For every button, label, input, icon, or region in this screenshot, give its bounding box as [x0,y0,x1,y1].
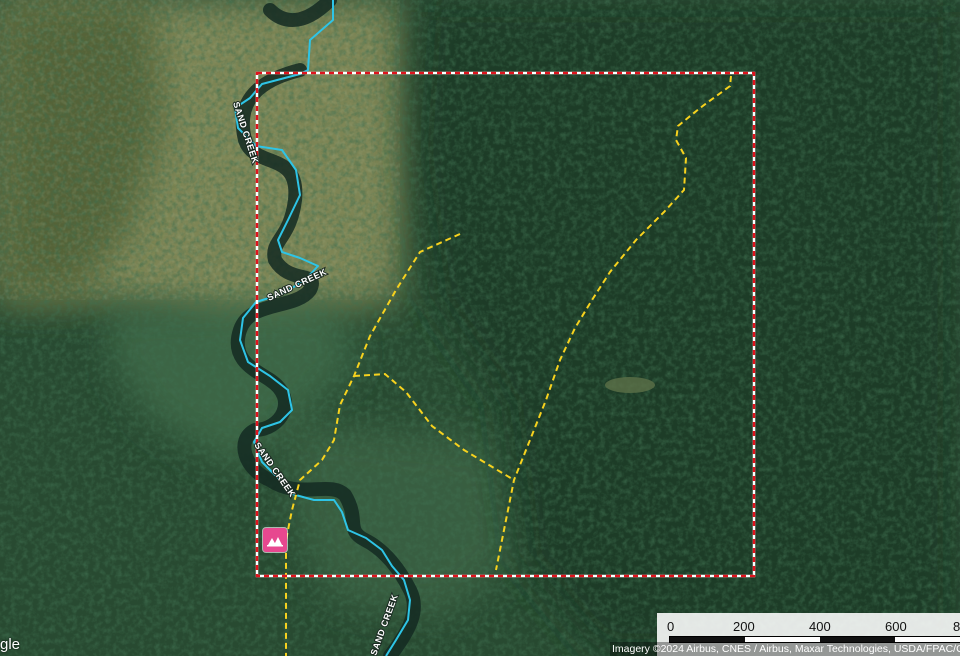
scale-tick: 8 [953,619,960,634]
map-provider-logo: gle [0,636,21,653]
scale-tick: 400 [809,619,831,634]
campground-icon [267,537,283,547]
scale-tick: 600 [885,619,907,634]
scale-tick: 0 [667,619,675,634]
map-viewport[interactable]: SAND CREEK SAND CREEK SAND CREEK SAND CR… [0,0,960,656]
scale-tick: 200 [733,619,755,634]
imagery-attribution[interactable]: Imagery ©2024 Airbus, CNES / Airbus, Max… [610,642,960,656]
satellite-imagery: SAND CREEK SAND CREEK SAND CREEK SAND CR… [0,0,960,656]
campground-marker[interactable] [263,528,287,552]
